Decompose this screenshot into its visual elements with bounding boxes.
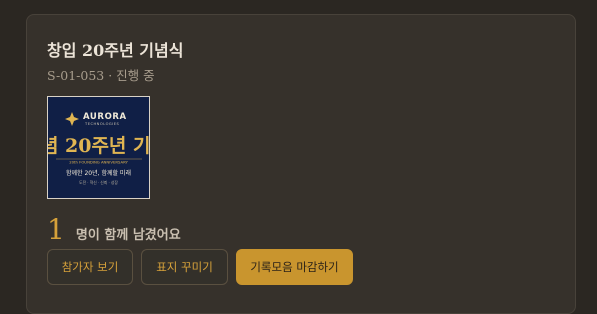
participant-count-label: 명이 함께 남겼어요	[75, 228, 181, 243]
thumb-slogan: 함께한 20년, 함께할 미래	[66, 169, 131, 177]
thumb-headline: 20주년 기	[65, 135, 149, 157]
thumb-edge-char: 념	[48, 135, 58, 157]
participant-count-row: 1 명이 함께 남겼어요	[47, 213, 181, 246]
decorate-cover-button[interactable]: 표지 꾸미기	[141, 249, 228, 285]
cover-image: AURORA TECHNOLOGIES 념 20주년 기 20th FOUNDI…	[48, 97, 149, 198]
thumb-footer: 도전 · 혁신 · 신뢰 · 성장	[79, 180, 118, 185]
participant-count: 1	[47, 213, 65, 246]
cover-thumbnail[interactable]: AURORA TECHNOLOGIES 념 20주년 기 20th FOUNDI…	[47, 96, 150, 199]
thumb-tagline: 20th FOUNDING ANNIVERSARY	[69, 160, 128, 165]
close-collection-button[interactable]: 기록모음 마감하기	[236, 249, 353, 285]
event-card: 창입 20주년 기념식 S-01-053 · 진행 중 AURORA TECHN…	[26, 14, 576, 314]
event-title: 창입 20주년 기념식	[47, 41, 184, 60]
thumb-brand-sub: TECHNOLOGIES	[84, 122, 120, 126]
thumb-brand: AURORA	[83, 112, 127, 122]
event-subtitle: S-01-053 · 진행 중	[47, 68, 155, 83]
view-participants-button[interactable]: 참가자 보기	[47, 249, 133, 285]
